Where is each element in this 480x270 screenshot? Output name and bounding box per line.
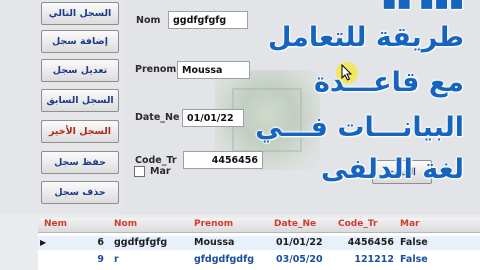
column-header-mar[interactable]: Mar xyxy=(400,219,419,229)
last-record-button[interactable]: السجل الأخير xyxy=(41,120,119,143)
cell-prenom: Moussa xyxy=(194,237,235,248)
code-tr-label: Code_Tr xyxy=(135,155,177,166)
code-tr-field[interactable]: 4456456 xyxy=(183,151,263,169)
delete-record-button[interactable]: حذف سجل xyxy=(41,181,119,204)
mar-checkbox[interactable] xyxy=(134,166,145,177)
nom-field[interactable]: ggdfgfgfg xyxy=(168,11,248,29)
cell-date-ne: 03/05/20 xyxy=(276,254,323,265)
column-header-nem[interactable]: Nem xyxy=(44,219,67,229)
column-header-date-ne[interactable]: Date_Ne xyxy=(274,219,316,229)
table-row[interactable]: 9 r gfdgdfgdfg 03/05/20 121212 False xyxy=(38,253,480,267)
table-row[interactable]: ▶ 6 ggdfgfgfg Moussa 01/01/22 4456456 Fa… xyxy=(38,236,480,250)
mar-label: Mar xyxy=(150,166,171,177)
cell-prenom: gfdgdfgdfg xyxy=(194,254,255,265)
overlay-title-top: ▪▪▪ ▪▪ xyxy=(381,0,464,15)
column-header-code-tr[interactable]: Code_Tr xyxy=(338,219,377,229)
cell-mar: False xyxy=(400,237,428,248)
add-record-button[interactable]: إضافة سجل xyxy=(41,30,119,53)
date-ne-field[interactable]: 01/01/22 xyxy=(182,109,244,127)
cell-code-tr: 121212 xyxy=(354,254,394,265)
edit-record-button[interactable]: تعديل سجل xyxy=(41,59,119,82)
cell-nom: r xyxy=(114,254,119,265)
cell-nom: ggdfgfgfg xyxy=(114,237,168,248)
save-record-button[interactable]: حفظ سجل xyxy=(41,151,119,174)
overlay-title-line3: البيانـــات فـــي xyxy=(255,112,464,143)
grid-header: Nem Nom Prenom Date_Ne Code_Tr Mar xyxy=(38,218,480,233)
next-record-button[interactable]: السجل التالي xyxy=(41,2,119,25)
cell-code-tr: 4456456 xyxy=(347,237,394,248)
nom-label: Nom xyxy=(136,15,161,26)
prenom-label: Prenom xyxy=(135,64,177,75)
column-header-nom[interactable]: Nom xyxy=(114,219,137,229)
previous-record-button[interactable]: السجل السابق xyxy=(41,89,119,112)
overlay-title-line2: مع قاعـــدة xyxy=(313,67,464,98)
cell-nem: 6 xyxy=(97,237,104,248)
prenom-field[interactable]: Moussa xyxy=(177,61,250,79)
records-grid[interactable]: Nem Nom Prenom Date_Ne Code_Tr Mar ▶ 6 g… xyxy=(38,218,480,270)
overlay-title-line1: طريقة للتعامل xyxy=(268,22,464,53)
cell-date-ne: 01/01/22 xyxy=(276,237,323,248)
triangle-right-icon: ▶ xyxy=(40,238,47,247)
date-ne-label: Date_Ne xyxy=(135,112,180,123)
overlay-title-line4: لغة الدلفى xyxy=(320,154,464,185)
cell-nem: 9 xyxy=(97,254,104,265)
column-header-prenom[interactable]: Prenom xyxy=(194,219,233,229)
cell-mar: False xyxy=(400,254,428,265)
